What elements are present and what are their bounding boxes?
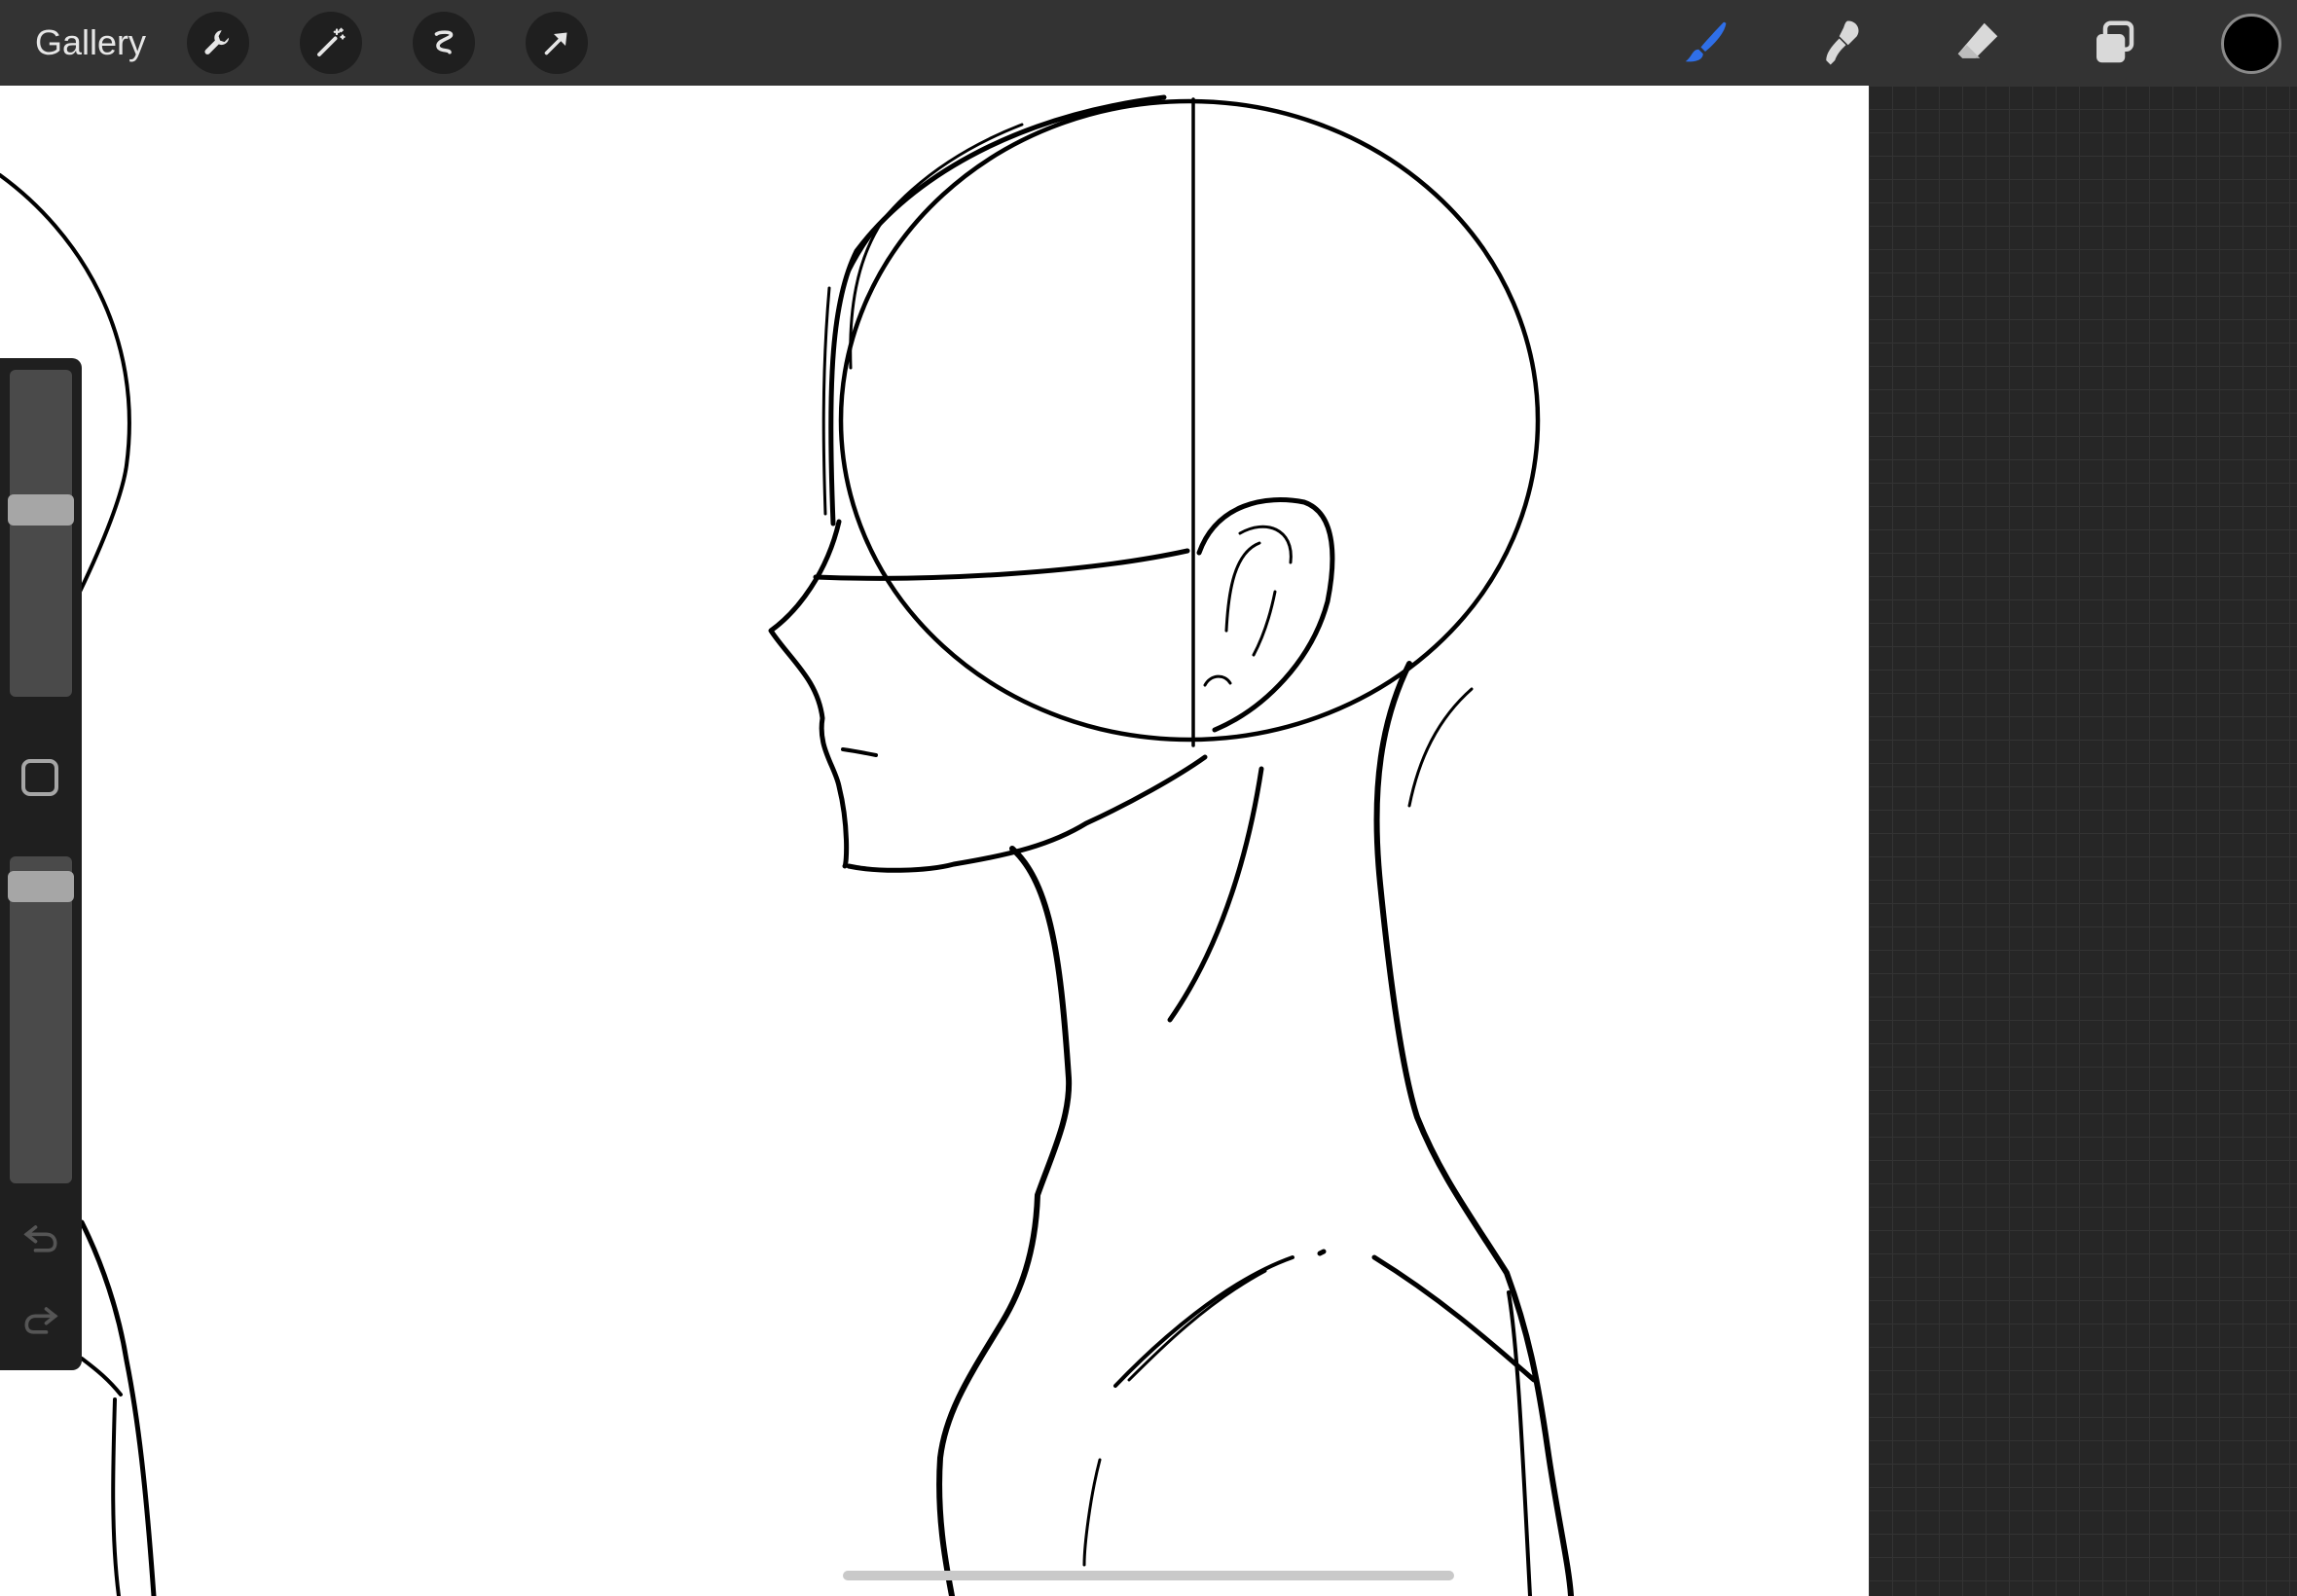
brush-opacity-thumb[interactable] — [8, 871, 74, 902]
gallery-button[interactable]: Gallery — [35, 0, 146, 86]
undo-icon[interactable] — [19, 1216, 62, 1259]
selection-icon[interactable] — [413, 12, 475, 74]
wrench-icon[interactable] — [187, 12, 249, 74]
sketch-drawing — [0, 94, 1574, 1596]
brush-size-slider[interactable] — [8, 370, 74, 697]
redo-icon[interactable] — [19, 1298, 62, 1341]
color-picker-swatch[interactable] — [2221, 14, 2281, 74]
magic-wand-icon[interactable] — [300, 12, 362, 74]
eraser-icon[interactable] — [1949, 14, 2007, 72]
top-toolbar: Gallery — [0, 0, 2297, 86]
brush-icon[interactable] — [1676, 14, 1734, 72]
modify-square-icon[interactable] — [21, 759, 58, 796]
brush-opacity-slider[interactable] — [8, 856, 74, 1183]
drawing-canvas[interactable] — [0, 86, 1869, 1596]
layers-icon[interactable] — [2085, 14, 2143, 72]
canvas-background-grid — [1869, 86, 2297, 1596]
smudge-icon[interactable] — [1812, 14, 1871, 72]
brush-size-thumb[interactable] — [8, 494, 74, 526]
home-indicator — [843, 1571, 1454, 1580]
sidebar — [0, 358, 82, 1370]
transform-arrow-icon[interactable] — [526, 12, 588, 74]
